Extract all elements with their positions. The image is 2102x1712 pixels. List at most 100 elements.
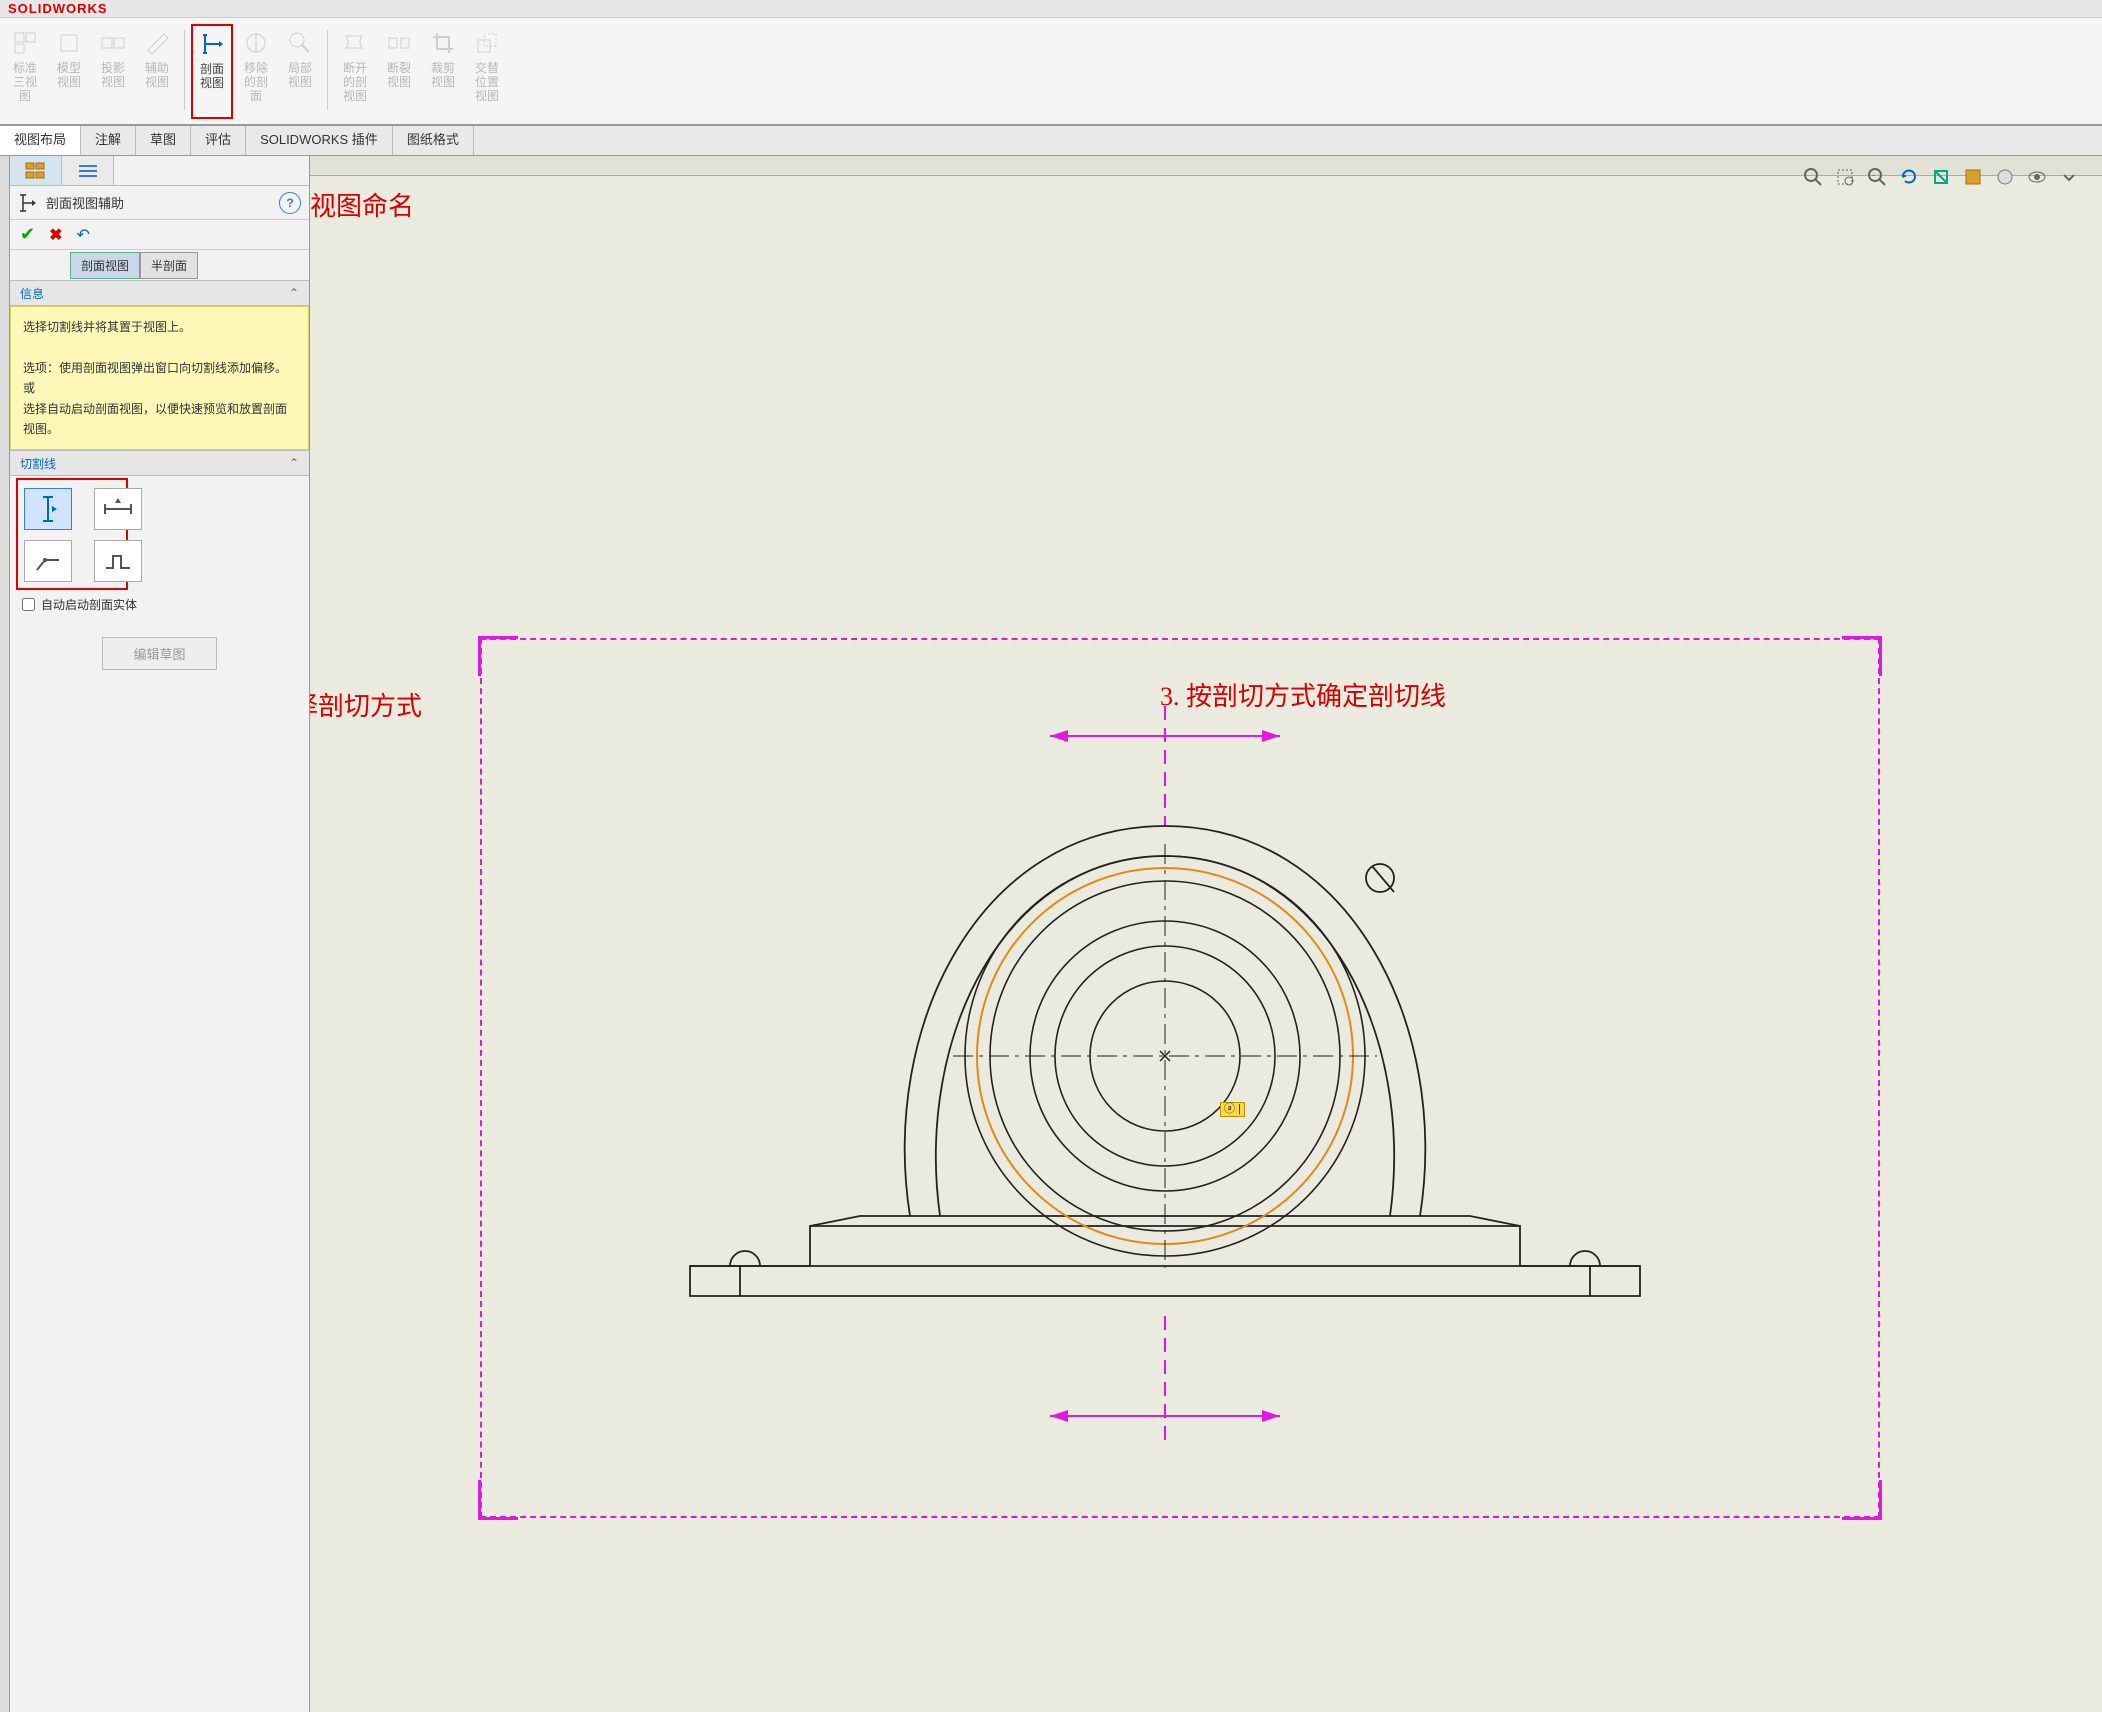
panel-header: 剖面视图辅助 ? (10, 186, 309, 220)
zoom-fit-icon[interactable] (1800, 164, 1826, 190)
info-message-box: 选择切割线并将其置于视图上。 选项：使用剖面视图弹出窗口向切割线添加偏移。 或 … (10, 306, 309, 450)
confirm-row: ✔ ✖ ↶ (10, 220, 309, 250)
alt-pos-view-icon (473, 29, 501, 57)
std3view-icon (11, 29, 39, 57)
more-options-icon[interactable] (2056, 164, 2082, 190)
ribbon-break-view[interactable]: 断裂视图 (378, 24, 420, 119)
svg-text:-: - (1872, 170, 1875, 180)
ribbon-section-view[interactable]: 剖面视图 (191, 24, 233, 119)
info-line: 或 (23, 378, 296, 398)
tab-addins[interactable]: SOLIDWORKS 插件 (246, 126, 393, 155)
ribbon-model-view[interactable]: 模型视图 (48, 24, 90, 119)
ribbon-projected-view[interactable]: 投影视图 (92, 24, 134, 119)
projected-view-icon (99, 29, 127, 57)
panel-tabstrip (10, 156, 309, 186)
cutline-options-grid (18, 482, 126, 588)
ribbon-label: 投影视图 (101, 61, 125, 89)
selection-corner (478, 1480, 518, 1520)
cutline-options-highlight (16, 478, 128, 590)
auto-start-section-row: 自动启动剖面实体 (10, 590, 309, 619)
edit-sketch-row: 编辑草图 (10, 619, 309, 688)
zoom-area-icon[interactable] (1832, 164, 1858, 190)
ribbon-label: 断开的剖视图 (343, 61, 367, 103)
ribbon-label: 模型视图 (57, 61, 81, 89)
ribbon-label: 辅助视图 (145, 61, 169, 89)
undo-button[interactable]: ↶ (77, 225, 90, 245)
zoom-prev-icon[interactable]: - (1864, 164, 1890, 190)
tab-sheet-format[interactable]: 图纸格式 (393, 126, 474, 155)
tab-sketch[interactable]: 草图 (136, 126, 191, 155)
detail-view-icon (286, 29, 314, 57)
panel-tab-property[interactable] (62, 156, 114, 185)
annotation-1: 1. 选择剖面视图命名 (310, 186, 414, 223)
mode-full-section[interactable]: 剖面视图 (70, 252, 140, 279)
main-area: 剖面视图辅助 ? ✔ ✖ ↶ 剖面视图 半剖面 信息 ⌃ 选择切割线并将其置于视… (0, 156, 2102, 1712)
property-manager-panel: 剖面视图辅助 ? ✔ ✖ ↶ 剖面视图 半剖面 信息 ⌃ 选择切割线并将其置于视… (10, 156, 310, 1712)
section-display-icon[interactable] (1928, 164, 1954, 190)
tab-view-layout[interactable]: 视图布局 (0, 126, 81, 155)
cutline-aligned[interactable] (24, 540, 72, 582)
auto-start-section-label: 自动启动剖面实体 (41, 596, 137, 613)
mode-half-section[interactable]: 半剖面 (140, 252, 198, 279)
ribbon-separator (184, 30, 185, 110)
auto-start-section-checkbox[interactable] (22, 598, 35, 611)
break-view-icon (385, 29, 413, 57)
shaded-icon[interactable] (1992, 164, 2018, 190)
model-view-icon (55, 29, 83, 57)
collapse-chevron-icon[interactable]: ⌃ (289, 286, 299, 300)
tab-annotation[interactable]: 注解 (81, 126, 136, 155)
ribbon-std3view[interactable]: 标准三视图 (4, 24, 46, 119)
ribbon-aux-view[interactable]: 辅助视图 (136, 24, 178, 119)
cancel-button[interactable]: ✖ (49, 225, 62, 245)
command-manager-tabs: 视图布局 注解 草图 评估 SOLIDWORKS 插件 图纸格式 (0, 126, 2102, 156)
selection-corner (1842, 636, 1882, 676)
info-line: 选项：使用剖面视图弹出窗口向切割线添加偏移。 (23, 358, 296, 378)
display-state-icon[interactable] (1960, 164, 1986, 190)
info-line: 选择自动启动剖面视图，以便快速预览和放置剖面视图。 (23, 399, 296, 440)
app-logo: SOLIDWORKS (8, 1, 108, 16)
crop-view-icon (429, 29, 457, 57)
info-line: 选择切割线并将其置于视图上。 (23, 317, 296, 337)
cutline-horizontal[interactable] (94, 488, 142, 530)
cutline-offset[interactable] (94, 540, 142, 582)
section-view-assist-icon (18, 193, 38, 213)
ribbon-remove-section[interactable]: 移除的剖面 (235, 24, 277, 119)
section-view-icon (198, 30, 226, 58)
ribbon-crop-view[interactable]: 裁剪视图 (422, 24, 464, 119)
remove-section-icon (242, 29, 270, 57)
cutline-section-header: 切割线 ⌃ (10, 450, 309, 476)
ribbon-label: 裁剪视图 (431, 61, 455, 89)
selection-corner (478, 636, 518, 676)
heads-up-view-toolbar: - (1800, 164, 2082, 190)
ribbon-label: 断裂视图 (387, 61, 411, 89)
ribbon-toolbar: 标准三视图 模型视图 投影视图 辅助视图 剖面视图 移除的剖面 局部视图 断开的… (0, 18, 2102, 126)
property-list-icon (76, 161, 100, 181)
cutline-vertical[interactable] (24, 488, 72, 530)
left-gutter (0, 156, 10, 1712)
collapse-chevron-icon[interactable]: ⌃ (289, 456, 299, 470)
ribbon-label: 交替位置视图 (475, 61, 499, 103)
edit-sketch-button: 编辑草图 (102, 637, 216, 670)
cutline-header-label: 切割线 (20, 455, 56, 472)
ribbon-detail-view[interactable]: 局部视图 (279, 24, 321, 119)
ribbon-label: 剖面视图 (200, 62, 224, 90)
drawing-view-content (620, 696, 1720, 1456)
tab-evaluate[interactable]: 评估 (191, 126, 246, 155)
hide-show-icon[interactable] (2024, 164, 2050, 190)
feature-tree-icon (24, 161, 48, 181)
broken-section-icon (341, 29, 369, 57)
snap-cursor-tag: ⓐ | (1220, 1102, 1245, 1117)
help-button[interactable]: ? (279, 192, 301, 214)
ribbon-label: 局部视图 (288, 61, 312, 89)
info-section-header: 信息 ⌃ (10, 280, 309, 306)
rotate-view-icon[interactable] (1896, 164, 1922, 190)
ribbon-broken-section[interactable]: 断开的剖视图 (334, 24, 376, 119)
drawing-canvas[interactable]: - 1. 选择剖面视图命名 2. 选择剖切方式 3. 按剖切方式确定剖切线 (310, 156, 2102, 1712)
ribbon-alt-pos-view[interactable]: 交替位置视图 (466, 24, 508, 119)
panel-tab-feature-tree[interactable] (10, 156, 62, 185)
app-title-bar: SOLIDWORKS (0, 0, 2102, 18)
info-header-label: 信息 (20, 285, 44, 302)
selection-corner (1842, 1480, 1882, 1520)
ok-button[interactable]: ✔ (20, 224, 35, 245)
aux-view-icon (143, 29, 171, 57)
